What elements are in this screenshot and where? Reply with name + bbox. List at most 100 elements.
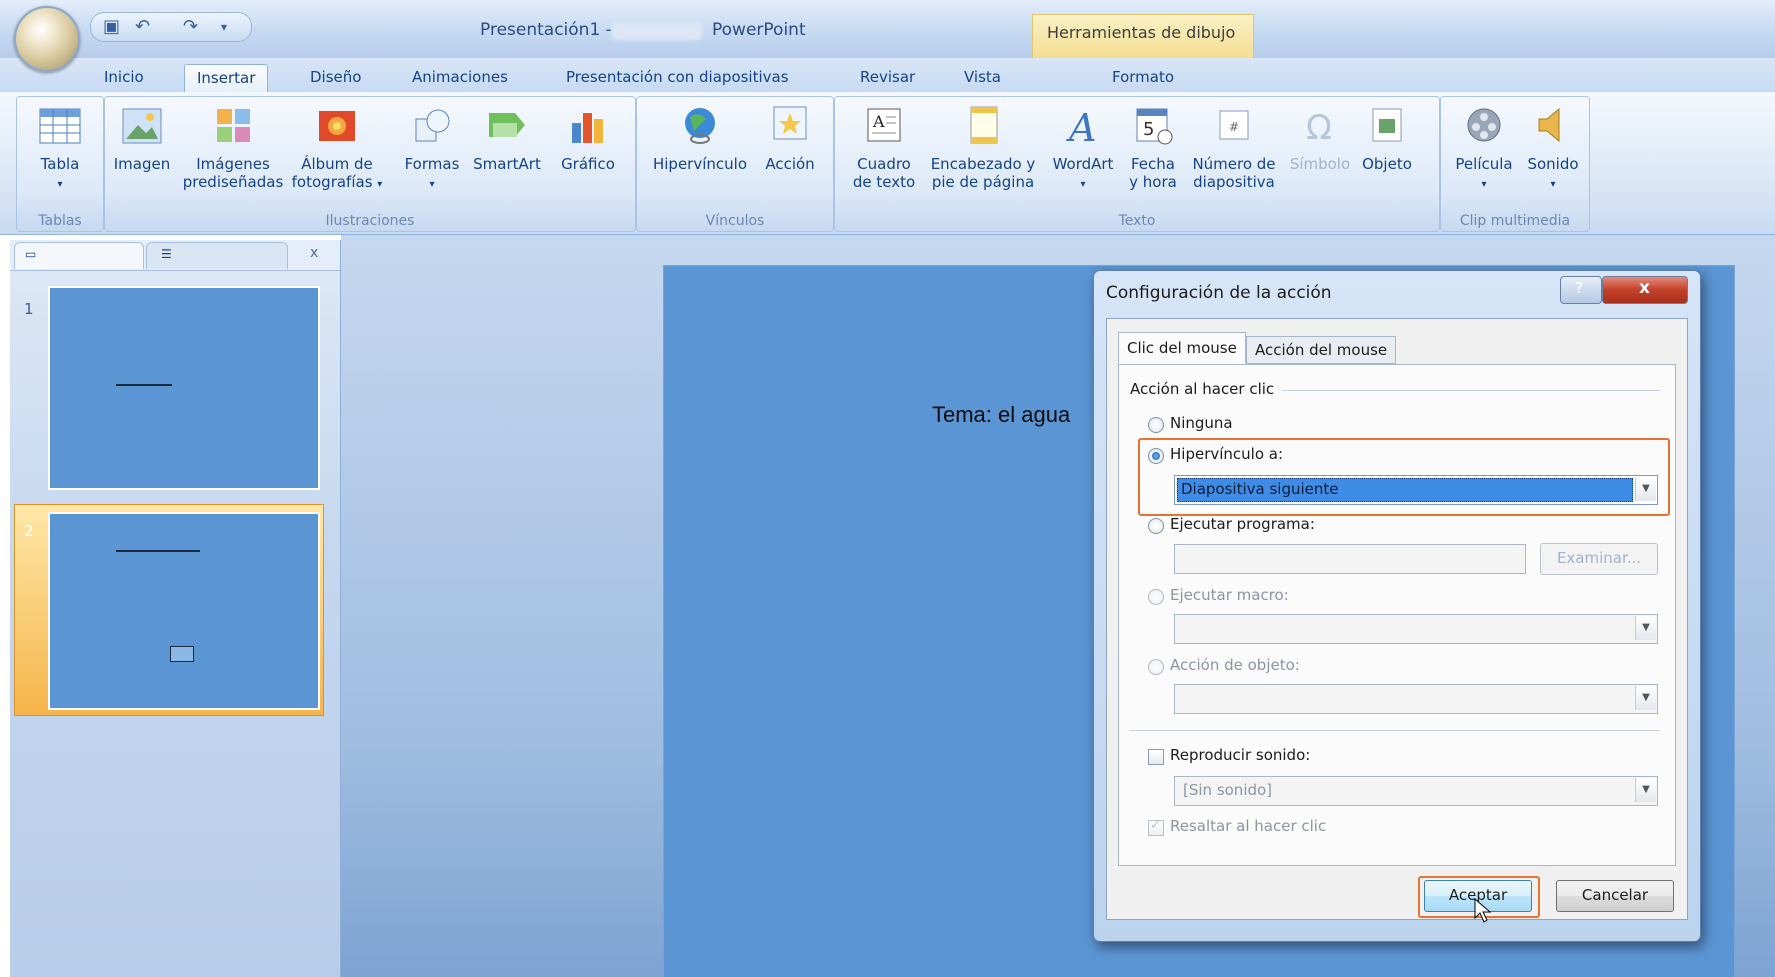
tab-formato[interactable]: Formato <box>1100 64 1186 92</box>
header-footer-icon <box>961 105 1005 147</box>
imagenes-prediseñadas-button[interactable]: Imágenes prediseñadas <box>181 105 285 191</box>
svg-text:5: 5 <box>1143 119 1154 140</box>
hipervinculo-button[interactable]: Hipervínculo <box>647 105 753 173</box>
table-icon <box>38 105 82 147</box>
thumb-title-line <box>116 550 200 552</box>
slide-number-2: 2 <box>24 522 34 540</box>
speaker-icon <box>1531 105 1575 147</box>
title-bar <box>0 0 1775 58</box>
slides-view-icon: ▭ <box>25 247 37 261</box>
group-label-ilustraciones: Ilustraciones <box>325 213 415 229</box>
tab-outline-view[interactable]: ☰ <box>146 242 288 269</box>
numero-diapositiva-button[interactable]: # Número de diapositiva <box>1185 105 1283 191</box>
formas-button[interactable]: Formas ▾ <box>401 105 463 194</box>
cuadro-texto-button[interactable]: A Cuadro de texto <box>849 105 919 191</box>
album-fotografias-button[interactable]: Álbum de fotografías ▾ <box>287 105 387 194</box>
album-label-1: Álbum de <box>301 155 373 173</box>
undo-icon[interactable]: ↶ <box>135 16 150 37</box>
tab-vista[interactable]: Vista <box>952 64 1013 92</box>
pelicula-button[interactable]: Película ▾ <box>1447 105 1521 194</box>
tab-slides-view[interactable]: ▭ <box>14 242 144 269</box>
wordart-icon: A <box>1061 105 1105 150</box>
window-app-name: PowerPoint <box>712 20 806 40</box>
fecha-label-1: Fecha <box>1131 155 1175 173</box>
clip-art-icon <box>211 105 255 147</box>
formas-label: Formas <box>404 155 460 173</box>
radio-accion-objeto[interactable] <box>1148 659 1164 675</box>
encabezado-label-2: pie de página <box>931 173 1035 191</box>
macro-select[interactable]: ▼ <box>1174 614 1658 644</box>
cancel-button[interactable]: Cancelar <box>1556 880 1674 912</box>
hipervinculo-label: Hipervínculo <box>652 155 747 173</box>
imagen-label: Imagen <box>113 155 171 173</box>
chevron-down-icon[interactable]: ▼ <box>1635 778 1656 802</box>
objeto-button[interactable]: Objeto <box>1355 105 1419 173</box>
slide-title-text[interactable]: Tema: el agua <box>932 402 1070 428</box>
slides-panel-tabs: ▭ ☰ x <box>10 240 340 271</box>
save-icon[interactable]: ▣ <box>103 16 120 37</box>
wordart-button[interactable]: A WordArt ▾ <box>1045 105 1121 194</box>
pelicula-label: Película <box>1455 155 1513 173</box>
grafico-button[interactable]: Gráfico <box>551 105 625 173</box>
tab-revisar[interactable]: Revisar <box>848 64 927 92</box>
label-ejecutar-programa: Ejecutar programa: <box>1170 515 1315 533</box>
tabla-button[interactable]: Tabla ▾ <box>31 105 89 194</box>
group-texto: A Cuadro de texto Encabezado y pie de pági… <box>834 96 1440 232</box>
browse-button[interactable]: Examinar... <box>1540 543 1658 575</box>
checkmark-icon: ✓ <box>1150 818 1161 833</box>
action-star-icon <box>768 105 812 147</box>
label-ejecutar-macro: Ejecutar macro: <box>1170 586 1289 604</box>
fecha-hora-button[interactable]: 5 Fecha y hora <box>1125 105 1181 191</box>
object-action-select[interactable]: ▼ <box>1174 684 1658 714</box>
simbolo-button[interactable]: Ω Símbolo <box>1287 105 1353 173</box>
svg-text:A: A <box>872 112 885 131</box>
encabezado-button[interactable]: Encabezado y pie de página <box>923 105 1043 191</box>
object-icon <box>1365 105 1409 147</box>
tab-insertar[interactable]: Insertar <box>184 64 269 93</box>
calendar-icon: 5 <box>1131 105 1175 147</box>
mouse-cursor-icon <box>1474 897 1492 930</box>
ribbon-tabs: Inicio Insertar Diseño Animaciones Prese… <box>0 58 1775 93</box>
tab-accion-del-mouse[interactable]: Acción del mouse <box>1246 336 1397 364</box>
office-button[interactable] <box>14 6 80 72</box>
wordart-label: WordArt <box>1052 155 1114 173</box>
slide-thumbnail-1[interactable] <box>48 286 320 490</box>
program-path-input[interactable] <box>1174 544 1526 574</box>
tab-inicio[interactable]: Inicio <box>92 64 156 92</box>
chevron-down-icon[interactable]: ▼ <box>1635 616 1656 640</box>
close-dialog-button[interactable]: x <box>1602 276 1688 304</box>
customize-qat-icon[interactable]: ▾ <box>221 20 227 34</box>
tab-animaciones[interactable]: Animaciones <box>400 64 520 92</box>
radio-ninguna[interactable] <box>1148 417 1164 433</box>
context-tab-drawing-tools: Herramientas de dibujo <box>1032 14 1254 59</box>
help-button[interactable]: ? <box>1560 276 1602 304</box>
close-panel-icon[interactable]: x <box>310 245 318 261</box>
sonido-button[interactable]: Sonido ▾ <box>1523 105 1583 194</box>
sound-value: [Sin sonido] <box>1183 781 1273 799</box>
tab-presentacion[interactable]: Presentación con diapositivas <box>554 64 801 92</box>
accion-button[interactable]: Acción <box>759 105 821 173</box>
radio-hipervinculo[interactable] <box>1148 448 1164 464</box>
thumb-title-line <box>116 384 172 386</box>
shapes-icon <box>410 105 454 147</box>
sound-select[interactable]: [Sin sonido] ▼ <box>1174 776 1658 806</box>
chevron-down-icon[interactable]: ▼ <box>1635 686 1656 710</box>
radio-ejecutar-macro[interactable] <box>1148 589 1164 605</box>
smartart-button[interactable]: SmartArt <box>465 105 549 173</box>
redo-icon[interactable]: ↷ <box>183 16 198 37</box>
tab-diseno[interactable]: Diseño <box>298 64 373 92</box>
checkbox-resaltar[interactable]: ✓ <box>1148 818 1164 836</box>
section-label: Acción al hacer clic <box>1130 380 1275 398</box>
radio-ejecutar-programa[interactable] <box>1148 518 1164 534</box>
cuadro-label-1: Cuadro <box>857 155 911 173</box>
slide-thumbnail-2[interactable] <box>48 512 320 710</box>
imagen-button[interactable]: Imagen <box>109 105 175 173</box>
checkbox-reproducir-sonido[interactable] <box>1148 749 1164 765</box>
numero-label-2: diapositiva <box>1193 173 1275 191</box>
tab-clic-del-mouse[interactable]: Clic del mouse <box>1118 332 1246 364</box>
svg-text:A: A <box>1066 106 1096 147</box>
group-vinculos: Hipervínculo Acción Vínculos <box>636 96 834 232</box>
hyperlink-select[interactable]: Diapositiva siguiente ▼ <box>1174 475 1658 505</box>
chevron-down-icon[interactable]: ▼ <box>1635 477 1656 501</box>
quick-access-toolbar: ▣ ↶ ↷ ▾ <box>90 12 252 42</box>
